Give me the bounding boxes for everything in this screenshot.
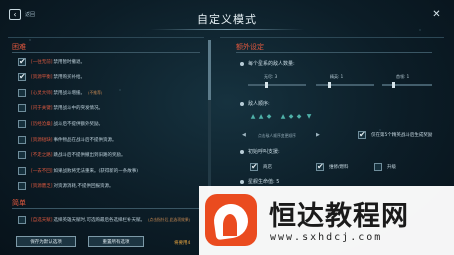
- option-description: 事件物品在战斗后不提供资源。: [53, 137, 117, 143]
- slider-label-elite: 精英: 1: [330, 74, 344, 79]
- upgrade-checkbox[interactable]: [374, 163, 382, 171]
- option-tag: [一去不回]: [31, 168, 53, 174]
- title-divider: [150, 29, 304, 30]
- section-easy-divider: [12, 208, 200, 209]
- normal-enemy-slider[interactable]: [248, 82, 306, 88]
- option-description: 如果战败将无法重来。(获得新的一条故事): [53, 168, 139, 174]
- option-row[interactable]: [资源短缺] 事件物品在战斗后不提供资源。: [18, 134, 117, 145]
- option-checkbox[interactable]: [18, 182, 26, 191]
- option-tag: [心灵大师]: [31, 90, 53, 96]
- option-description: 跳战斗后不提供撤出到旧路的奖励。: [53, 153, 126, 159]
- option-tag: [不走之路]: [31, 153, 53, 159]
- slider-knob[interactable]: [265, 82, 269, 88]
- boss-reward-option[interactable]: 仅在第5个精英战斗后生成奖励: [358, 130, 433, 139]
- enemy-ship-icon[interactable]: ◆: [296, 114, 302, 120]
- option-tag: [资源短缺]: [31, 137, 53, 143]
- watermark-name: 恒达教程网: [269, 201, 409, 232]
- enemy-order-label: 敌人顺序:: [240, 100, 270, 107]
- slider-label-normal: 无尽: 3: [264, 74, 278, 79]
- option-checkbox[interactable]: [18, 104, 26, 113]
- option-description: 禁用战斗增援。: [53, 90, 86, 96]
- option-checkbox[interactable]: [18, 88, 26, 97]
- option-checkbox[interactable]: [18, 166, 26, 175]
- option-description: 选择英雄天赋时,可选购最后各选择栏补天赋。: [53, 217, 145, 223]
- page-title: 自定义模式: [197, 13, 257, 26]
- option-row[interactable]: [一往无前]禁用暂时撤退。: [18, 56, 85, 67]
- support-option-upgrade[interactable]: 升级: [374, 163, 396, 171]
- save-default-button[interactable]: 保存为默认选项: [16, 236, 76, 247]
- boss-enemy-slider[interactable]: [382, 82, 432, 88]
- watermark-banner: 恒达教程网 www.sxhdcj.com: [199, 186, 454, 255]
- option-tag: [一往无前]: [31, 59, 53, 65]
- option-tag: [历经沧桑]: [31, 121, 53, 127]
- section-extra-divider: [236, 52, 432, 53]
- option-row[interactable]: [历经沧桑] 战斗后不提供额外奖励。: [18, 118, 103, 129]
- option-description: 对资源消耗,不提供回报资源。: [53, 184, 114, 190]
- option-tag: [自选天赋]: [31, 217, 53, 223]
- option-description: 战斗后不提供额外奖励。: [53, 121, 104, 127]
- support-label: 初始呼叫支援:: [240, 148, 280, 155]
- section-hard-divider: [12, 52, 200, 53]
- option-row[interactable]: [不走之路] 跳战斗后不提供撤出到旧路的奖励。: [18, 150, 126, 161]
- option-row[interactable]: [自选天赋] 选择英雄天赋时,可选购最后各选择栏补天赋。 (点击指针后,此选项效果): [18, 214, 190, 225]
- option-row[interactable]: [心灵大师] 禁用战斗增援。 (不推荐): [18, 87, 102, 98]
- elite-enemy-slider[interactable]: [316, 82, 374, 88]
- arrow-left-icon[interactable]: ◀: [242, 132, 246, 138]
- section-extra-title: 额外设定: [236, 43, 264, 51]
- support-option-shop[interactable]: 商店: [250, 162, 272, 171]
- watermark-logo-icon: [205, 194, 257, 246]
- option-note: (不推荐): [88, 89, 103, 95]
- option-tag: [资源匮乏]: [31, 184, 53, 190]
- option-row[interactable]: [一去不回] 如果战败将无法重来。(获得新的一条故事): [18, 165, 138, 176]
- option-checkbox[interactable]: [18, 215, 26, 224]
- boss-reward-checkbox[interactable]: [358, 130, 366, 139]
- option-checkbox[interactable]: [18, 151, 26, 160]
- close-icon[interactable]: ✕: [431, 9, 442, 20]
- option-checkbox[interactable]: [18, 119, 26, 128]
- section-easy-title: 简单: [12, 199, 26, 207]
- option-note: (点击指针后,此选项效果): [147, 216, 191, 222]
- option-description: 禁用购买补给。: [53, 75, 86, 81]
- support-option-repair[interactable]: 维修/燃料: [316, 162, 349, 171]
- slider-label-boss: 首领: 1: [396, 74, 410, 79]
- option-description: 禁用暂时撤退。: [53, 59, 86, 65]
- enemy-count-label: 每个星系的敌人数量:: [240, 60, 295, 67]
- points-note: 将要用4: [174, 241, 191, 246]
- enemy-order-hint: 点击敌人顺序变更顺序: [258, 133, 296, 138]
- option-row[interactable]: [闪于关键] 禁用战斗中的突发情况。: [18, 103, 103, 114]
- enemy-ship-icon[interactable]: ◆: [266, 114, 272, 120]
- option-tag: [资源平衡]: [31, 75, 53, 81]
- repair-checkbox[interactable]: [316, 162, 324, 171]
- reset-all-button[interactable]: 重置所有选项: [88, 236, 144, 247]
- enemy-ship-icon[interactable]: ▲: [258, 114, 264, 120]
- hull-hp-label: 星舰生命值: 5: [240, 178, 279, 185]
- section-hard-title: 困难: [12, 43, 26, 51]
- option-row[interactable]: [资源平衡]禁用购买补给。: [18, 72, 85, 83]
- shop-checkbox[interactable]: [250, 162, 258, 171]
- option-checkbox[interactable]: [18, 72, 26, 82]
- shop-label: 商店: [263, 165, 272, 170]
- upgrade-label: 升级: [387, 165, 396, 170]
- option-description: 禁用战斗中的突发情况。: [53, 106, 104, 112]
- repair-label: 维修/燃料: [329, 165, 349, 170]
- option-checkbox[interactable]: [18, 135, 26, 144]
- top-bar: ‹ 返回 自定义模式 ✕: [0, 0, 454, 36]
- enemy-ship-icon[interactable]: ◆: [288, 114, 294, 120]
- option-tag: [闪于关键]: [31, 106, 53, 112]
- option-row[interactable]: [资源匮乏] 对资源消耗,不提供回报资源。: [18, 181, 113, 192]
- enemy-ship-icon[interactable]: ▲: [280, 114, 286, 120]
- watermark-url: www.sxhdcj.com: [270, 232, 383, 243]
- enemy-ship-icon[interactable]: ▼: [306, 114, 312, 120]
- slider-knob[interactable]: [327, 82, 331, 88]
- scrollbar-thumb[interactable]: [208, 40, 211, 100]
- option-checkbox[interactable]: [18, 57, 26, 66]
- difficulty-panel: 困难 [一往无前]禁用暂时撤退。 [资源平衡]禁用购买补给。 [心灵大师]禁用战斗增…: [8, 37, 204, 249]
- enemy-ship-icon[interactable]: ▲: [250, 114, 256, 120]
- slider-knob[interactable]: [392, 82, 395, 88]
- arrow-right-icon[interactable]: ▶: [316, 132, 320, 138]
- boss-reward-label: 仅在第5个精英战斗后生成奖励: [371, 133, 433, 138]
